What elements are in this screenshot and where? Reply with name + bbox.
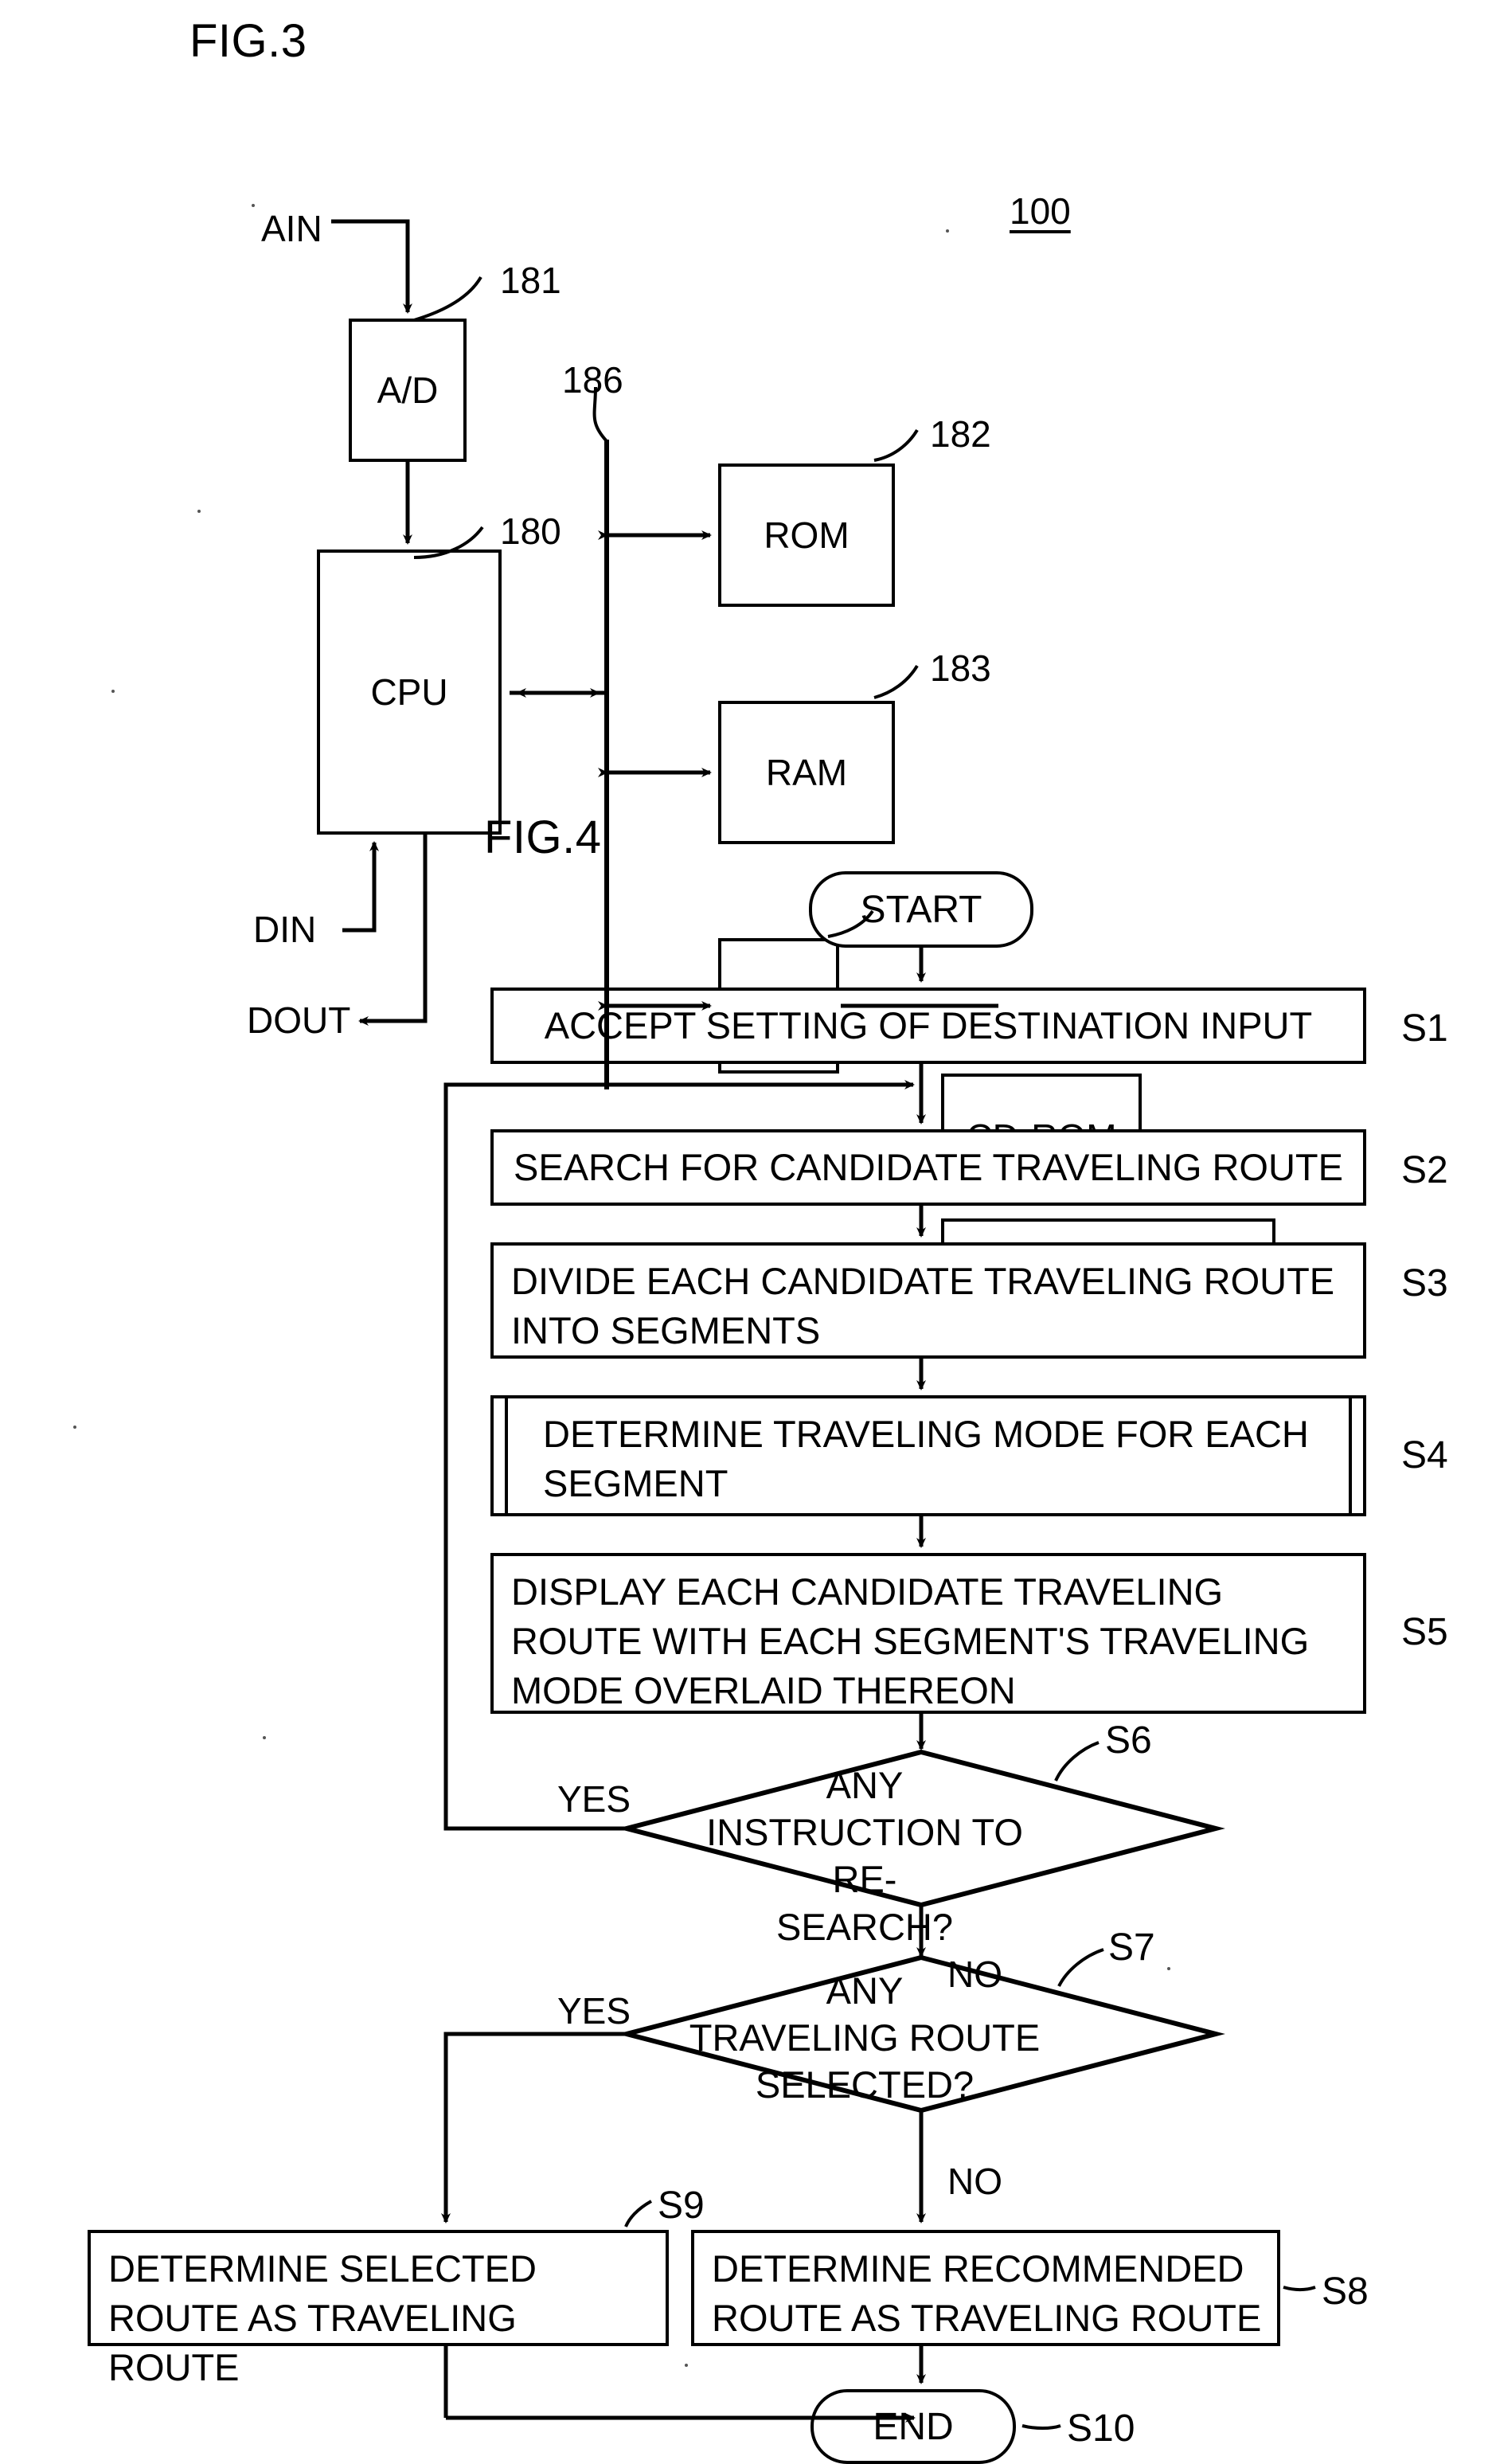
step-s5-box: DISPLAY EACH CANDIDATE TRAVELING ROUTE W… — [490, 1553, 1366, 1714]
step-s3-ref: S3 — [1401, 1262, 1448, 1304]
block-ad: A/D — [349, 319, 467, 462]
step-s9-ref: S9 — [658, 2184, 705, 2227]
step-s7-no-label: NO — [947, 2161, 1002, 2202]
scan-speck — [73, 1426, 76, 1429]
step-s4-box: DETERMINE TRAVELING MODE FOR EACH SEGMEN… — [490, 1395, 1366, 1516]
ref-180: 180 — [500, 510, 561, 552]
terminal-start: START — [809, 871, 1033, 948]
step-s9-box: DETERMINE SELECTED ROUTE AS TRAVELING RO… — [88, 2230, 669, 2388]
ref-181: 181 — [500, 260, 561, 301]
scan-speck — [197, 510, 201, 513]
step-s7-ref: S7 — [1108, 1926, 1155, 1969]
step-s3-box: DIVIDE EACH CANDIDATE TRAVELING ROUTE IN… — [490, 1242, 1366, 1359]
scan-speck — [685, 2364, 688, 2367]
scan-speck — [263, 1736, 266, 1739]
din-label: DIN — [253, 909, 317, 950]
fig3-assembly-ref: 100 — [1010, 190, 1071, 232]
step-s4-ref: S4 — [1401, 1434, 1448, 1476]
step-s1-ref: S1 — [1401, 1007, 1448, 1050]
ref-182: 182 — [930, 413, 991, 455]
step-s6-text: ANY INSTRUCTION TO RE- SEARCH? — [706, 1764, 1023, 1948]
scan-speck — [1167, 1967, 1170, 1970]
step-s2-ref: S2 — [1401, 1149, 1448, 1191]
block-cpu: CPU — [317, 550, 502, 835]
step-s6-ref: S6 — [1105, 1719, 1152, 1762]
step-s5-ref: S5 — [1401, 1611, 1448, 1653]
step-s2-box: SEARCH FOR CANDIDATE TRAVELING ROUTE — [490, 1129, 1366, 1206]
step-s1-box: ACCEPT SETTING OF DESTINATION INPUT — [490, 988, 1366, 1064]
block-rom: ROM — [718, 463, 895, 607]
scan-speck — [111, 690, 115, 693]
ref-186: 186 — [562, 359, 623, 401]
scan-speck — [946, 229, 949, 233]
ref-183: 183 — [930, 647, 991, 689]
ain-label: AIN — [261, 208, 322, 249]
scan-speck — [252, 204, 255, 207]
step-s6-yes-label: YES — [557, 1778, 631, 1820]
block-ram: RAM — [718, 701, 895, 844]
step-s8-ref: S8 — [1322, 2270, 1369, 2313]
fig3-title: FIG.3 — [189, 15, 307, 67]
step-s8-box: DETERMINE RECOMMENDED ROUTE AS TRAVELING… — [691, 2230, 1280, 2346]
terminal-end-ref: S10 — [1067, 2407, 1135, 2450]
fig4-title: FIG.4 — [484, 812, 602, 863]
step-s7-text: ANY TRAVELING ROUTE SELECTED? — [689, 1969, 1041, 2106]
step-s7-yes-label: YES — [557, 1990, 631, 2032]
dout-label: DOUT — [247, 999, 351, 1041]
